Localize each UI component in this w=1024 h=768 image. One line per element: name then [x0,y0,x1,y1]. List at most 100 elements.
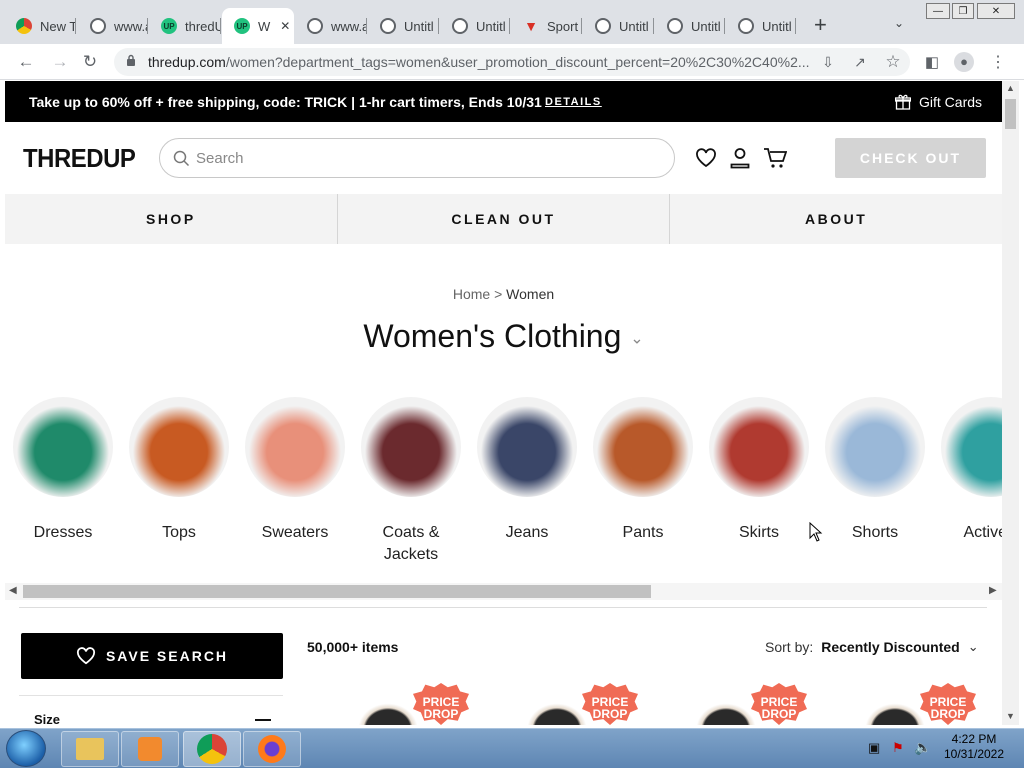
scroll-down-arrow-icon[interactable]: ▼ [1006,711,1015,721]
minimize-button[interactable]: — [926,3,950,19]
category-image[interactable] [593,397,693,497]
divider [19,607,987,608]
category-image[interactable] [361,397,461,497]
browser-tab[interactable]: Untitl [368,8,439,44]
address-bar[interactable]: thredup.com/women?department_tags=women&… [114,48,910,76]
browser-tab[interactable]: Untitl [655,8,725,44]
profile-icon[interactable]: ● [954,52,974,72]
scroll-right-arrow-icon[interactable]: ▶ [989,585,997,596]
tab-separator [438,18,439,34]
browser-tab[interactable]: ▼ Sport [511,8,582,44]
tab-search-icon[interactable]: ⌄ [894,16,904,30]
gift-cards-label: Gift Cards [919,93,983,110]
tab-separator [366,18,367,34]
category-image[interactable] [709,397,809,497]
browser-tab[interactable]: Untitl [440,8,510,44]
category-image[interactable] [941,397,1002,497]
globe-icon [595,18,611,34]
thredup-icon: UP [161,18,177,34]
browser-tab[interactable]: UP thredU [149,8,221,44]
reload-icon[interactable]: ↻ [80,52,100,72]
tab-title: Sport [547,18,579,34]
carousel-scroll-thumb[interactable] [23,585,651,598]
category-label[interactable]: Dresses [5,522,128,544]
cart-icon[interactable] [763,147,787,169]
category-image[interactable] [825,397,925,497]
chrome-icon [16,18,32,34]
heart-icon[interactable] [695,148,717,168]
scroll-left-arrow-icon[interactable]: ◀ [9,585,17,596]
gift-icon [895,94,911,110]
bookmark-star-icon[interactable]: ☆ [883,52,903,72]
thredup-logo[interactable]: THREDUP [23,143,136,174]
tab-separator [509,18,510,34]
category-image[interactable] [245,397,345,497]
page-title-text: Women's Clothing [363,318,622,354]
category-image[interactable] [129,397,229,497]
page-title[interactable]: Women's Clothing ⌄ [5,318,1002,355]
product-image[interactable] [691,699,761,725]
web-page: Take up to 60% off + free shipping, code… [5,81,1002,725]
browser-tab[interactable]: Untitl [726,8,796,44]
category-label[interactable]: Sweaters [230,522,360,544]
back-icon[interactable]: ← [16,52,36,72]
category-image[interactable] [13,397,113,497]
gift-cards-link[interactable]: Gift Cards [895,94,982,110]
category-label[interactable]: Tops [114,522,244,544]
nav-about[interactable]: ABOUT [670,194,1002,244]
close-window-button[interactable]: ✕ [977,3,1015,19]
search-input[interactable]: Search [159,138,675,178]
account-icon[interactable] [729,147,751,169]
tab-title: thredU [185,18,221,34]
category-label[interactable]: Shorts [810,522,940,544]
page-scroll-thumb[interactable] [1005,99,1016,129]
browser-tab[interactable]: UP W ✕ [222,8,294,44]
network-icon[interactable]: ▣ [868,740,880,756]
collapse-icon[interactable] [255,719,271,721]
breadcrumb-home[interactable]: Home [453,286,490,302]
media-player-icon[interactable] [121,731,179,767]
install-icon[interactable]: ⇩ [818,52,838,72]
checkout-button[interactable]: CHECK OUT [835,138,986,178]
browser-tab[interactable]: New T [4,8,76,44]
size-filter-label[interactable]: Size [34,712,60,725]
category-label[interactable]: Activew [926,522,1002,544]
file-explorer-icon[interactable] [61,731,119,767]
close-tab-icon[interactable]: ✕ [280,19,290,33]
product-image[interactable] [860,699,930,725]
product-image[interactable] [353,699,423,725]
category-label[interactable]: Skirts [694,522,824,544]
item-count: 50,000+ items [307,639,399,655]
menu-icon[interactable]: ⋮ [988,52,1008,72]
browser-tab[interactable]: www.a [295,8,367,44]
filter-divider [19,695,283,696]
chrome-icon[interactable] [183,731,241,767]
browser-tab[interactable]: Untitl [583,8,654,44]
sort-dropdown[interactable]: Sort by: Recently Discounted ⌄ [765,639,979,655]
nav-shop[interactable]: SHOP [5,194,338,244]
category-image[interactable] [477,397,577,497]
product-image[interactable] [522,699,592,725]
restore-button[interactable]: ❐ [952,3,974,19]
nav-clean-out[interactable]: CLEAN OUT [338,194,671,244]
forward-icon[interactable]: → [50,52,70,72]
action-center-icon[interactable]: ⚑ [892,740,904,756]
url-path: /women?department_tags=women&user_promot… [225,54,810,70]
category-label[interactable]: Pants [578,522,708,544]
firefox-icon[interactable] [243,731,301,767]
category-label[interactable]: Coats & Jackets [366,522,456,566]
share-icon[interactable]: ↗ [850,52,870,72]
scroll-up-arrow-icon[interactable]: ▲ [1006,83,1015,93]
side-panel-icon[interactable]: ◧ [922,52,942,72]
volume-icon[interactable]: 🔈 [914,739,931,756]
save-search-button[interactable]: SAVE SEARCH [21,633,283,679]
globe-icon [667,18,683,34]
browser-tab[interactable]: www.a [78,8,148,44]
new-tab-button[interactable]: + [814,14,827,36]
page-scrollbar[interactable]: ▲ ▼ [1002,81,1019,725]
system-clock[interactable]: 4:22 PM 10/31/2022 [932,732,1016,762]
clock-date: 10/31/2022 [943,747,1005,761]
start-button[interactable] [6,730,46,767]
category-label[interactable]: Jeans [462,522,592,544]
promo-details-link[interactable]: DETAILS [545,96,602,108]
